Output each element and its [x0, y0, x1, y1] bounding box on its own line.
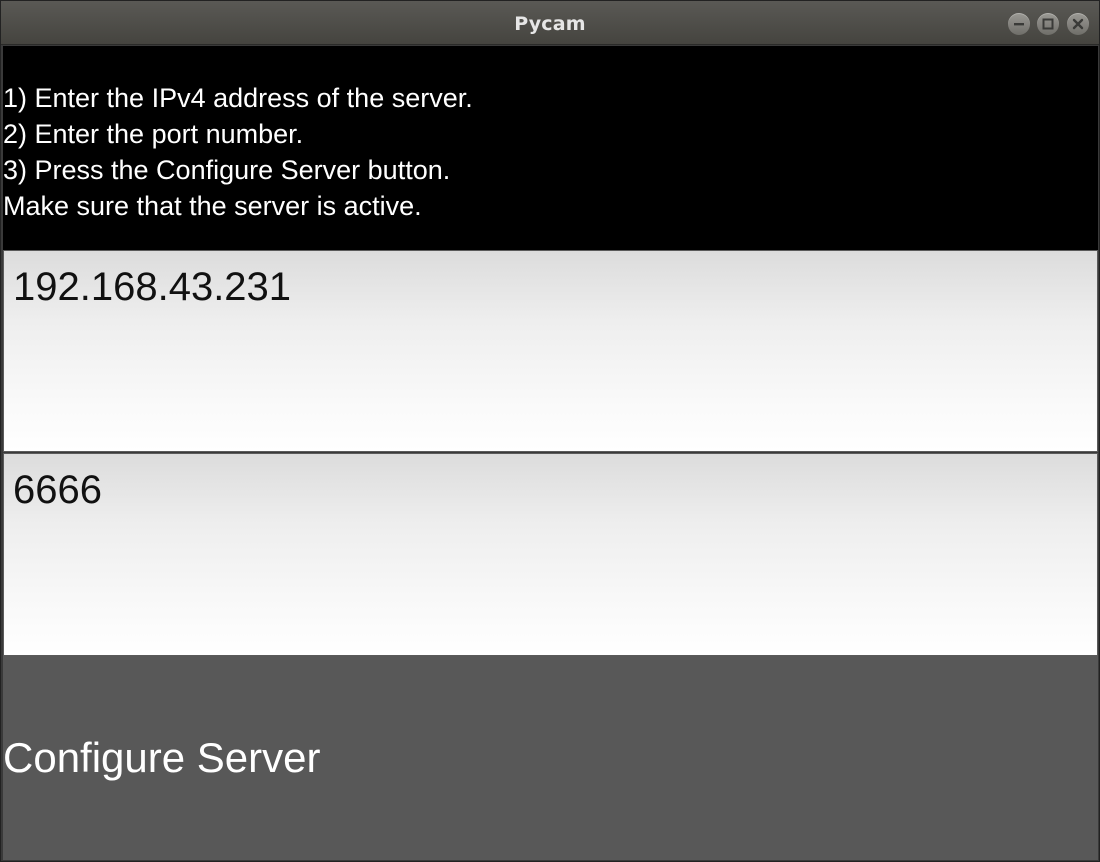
maximize-button[interactable]: [1037, 13, 1059, 35]
minimize-icon: [1014, 23, 1024, 26]
server-port-value: 6666: [13, 468, 102, 512]
instruction-line-4: Make sure that the server is active.: [3, 191, 422, 221]
server-ip-input[interactable]: 192.168.43.231: [3, 250, 1098, 452]
server-port-input[interactable]: 6666: [3, 453, 1098, 656]
instruction-line-1: 1) Enter the IPv4 address of the server.: [3, 83, 473, 113]
window-title: Pycam: [514, 13, 586, 35]
app-window: Pycam 1) Enter the IPv4 address of the s…: [0, 0, 1100, 862]
configure-server-button[interactable]: Configure Server: [3, 656, 1098, 860]
configure-server-label: Configure Server: [3, 734, 321, 781]
instructions-label: 1) Enter the IPv4 address of the server.…: [3, 46, 1098, 250]
instruction-line-3: 3) Press the Configure Server button.: [3, 155, 451, 185]
close-button[interactable]: [1067, 13, 1089, 35]
minimize-button[interactable]: [1008, 13, 1030, 35]
server-ip-value: 192.168.43.231: [13, 265, 292, 309]
instruction-line-2: 2) Enter the port number.: [3, 119, 304, 149]
title-bar[interactable]: Pycam: [1, 1, 1099, 45]
maximize-icon: [1042, 18, 1054, 30]
close-icon: [1072, 18, 1084, 30]
